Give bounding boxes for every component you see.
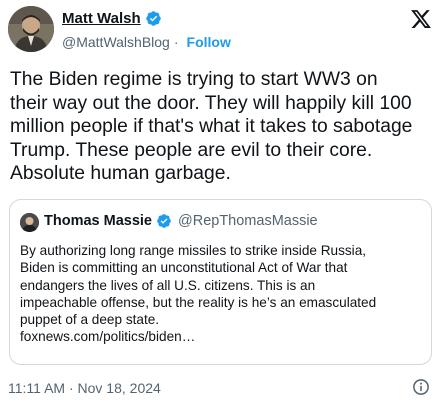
- quoted-name-row: Thomas Massie @RepThomasMassie: [44, 213, 318, 229]
- author-handle-row: @MattWalshBlog · Follow: [62, 34, 231, 50]
- quoted-author-avatar[interactable]: [20, 213, 39, 232]
- quoted-avatar-photo: [20, 213, 39, 232]
- quoted-author-name[interactable]: Thomas Massie: [44, 213, 152, 229]
- separator-dot: ·: [173, 34, 179, 50]
- tweet-card: Matt Walsh @MattWalshBlog · Follow The B…: [0, 0, 444, 409]
- quoted-verified-badge-icon: [156, 213, 172, 229]
- author-avatar[interactable]: [8, 6, 54, 52]
- quoted-tweet-text: By authorizing long range missiles to st…: [20, 243, 377, 345]
- tweet-text: The Biden regime is trying to start WW3 …: [10, 69, 413, 184]
- author-name[interactable]: Matt Walsh: [62, 10, 141, 27]
- avatar-photo: [8, 6, 54, 52]
- quoted-author-handle[interactable]: @RepThomasMassie: [178, 213, 318, 229]
- x-logo-icon[interactable]: [410, 8, 432, 30]
- author-name-row: Matt Walsh: [62, 10, 162, 27]
- tweet-timestamp[interactable]: 11:11 AM · Nov 18, 2024: [8, 380, 161, 396]
- verified-badge-icon: [145, 10, 162, 27]
- info-icon[interactable]: [412, 378, 430, 396]
- author-handle[interactable]: @MattWalshBlog: [62, 34, 170, 50]
- quoted-tweet[interactable]: Thomas Massie @RepThomasMassie By author…: [9, 199, 432, 365]
- follow-button[interactable]: Follow: [187, 34, 231, 50]
